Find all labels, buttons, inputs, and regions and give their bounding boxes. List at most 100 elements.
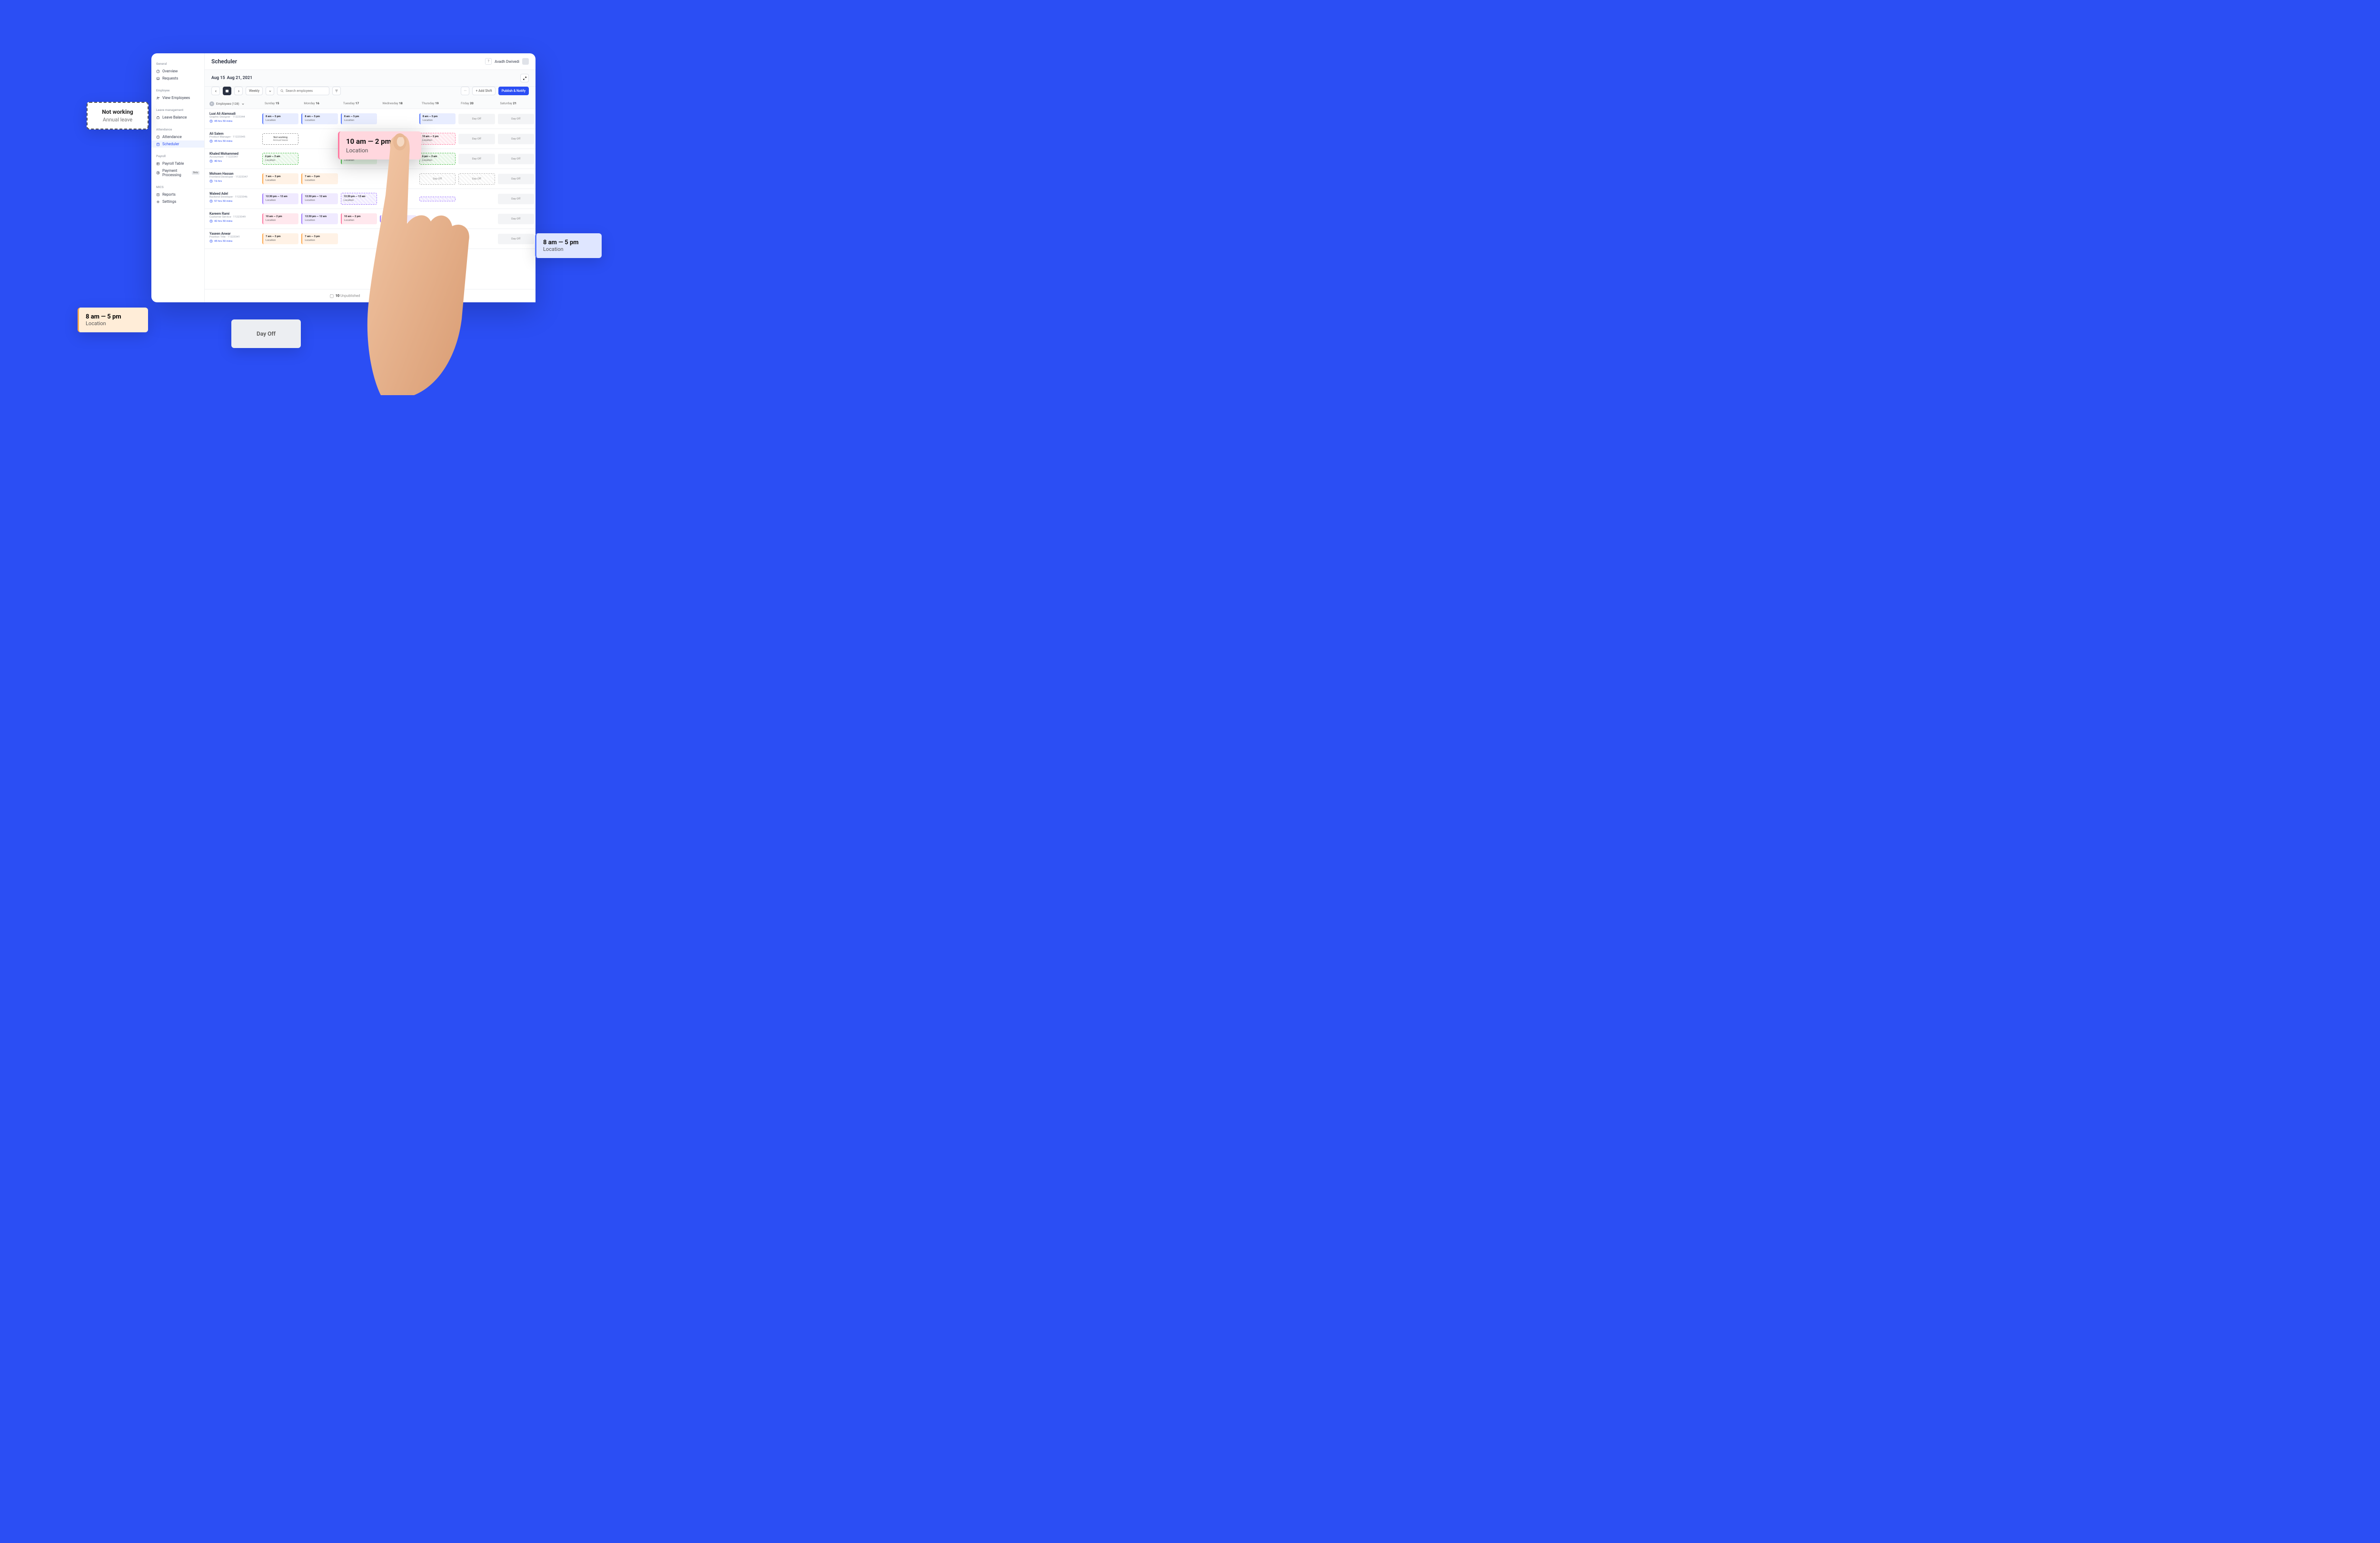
day-cell[interactable]: Day Off [457, 129, 496, 149]
shift-card[interactable]: 10 am — 2 pmLocation [262, 213, 298, 224]
add-shift-button[interactable]: + Add Shift [472, 87, 495, 95]
day-cell[interactable]: 7 am — 3 pmLocation [261, 169, 300, 189]
employee-cell[interactable]: Mohsen Hassan Frontend Developer · 11223… [205, 169, 261, 189]
employee-cell[interactable]: Yaseen Anwar Position Title · 11223341 4… [205, 229, 261, 249]
publish-button[interactable]: Publish & Notify [498, 87, 529, 95]
dayoff-card[interactable]: Day Off [498, 194, 534, 204]
day-cell[interactable] [339, 169, 378, 189]
dayoff-card[interactable]: Day Off [458, 154, 495, 164]
day-cell[interactable] [457, 189, 496, 209]
shift-card[interactable]: 8 am — 5 pmLocation [419, 113, 456, 124]
day-cell[interactable] [378, 169, 417, 189]
day-cell[interactable] [300, 149, 339, 169]
employee-cell[interactable]: Kareem Rami Customer Service · 11223349 … [205, 209, 261, 229]
day-cell[interactable] [457, 229, 496, 249]
float-dragging-shift[interactable]: 10 am — 2 pm Location [338, 131, 421, 159]
float-orange-shift[interactable]: 8 am — 5 pm Location [78, 308, 148, 332]
shift-card[interactable]: 10 am — 2 pmLocation [419, 133, 456, 144]
float-dayoff-card[interactable]: Day Off [231, 319, 301, 348]
sidebar-item-requests[interactable]: Requests [156, 75, 199, 82]
employees-column-header[interactable]: ×Employees (128) [205, 99, 261, 109]
shift-card[interactable]: 8 am — 5 pmLocation [341, 113, 377, 124]
dayoff-card[interactable]: Day Off [498, 214, 534, 224]
shift-card[interactable]: 7 am — 3 pmLocation [301, 173, 337, 184]
day-cell[interactable]: Day Off [496, 209, 536, 229]
close-icon[interactable]: × [209, 101, 214, 106]
search-box[interactable] [277, 87, 329, 95]
shift-card[interactable]: 7 am — 3 pmLocation [262, 233, 298, 244]
day-cell[interactable] [378, 229, 417, 249]
day-cell[interactable] [300, 129, 339, 149]
day-cell[interactable]: Day Off [457, 169, 496, 189]
employee-cell[interactable]: Khaled Mohammed Accountant · 11223347 40… [205, 149, 261, 169]
employee-cell[interactable]: Waleed Adel Backend Developer · 11223346… [205, 189, 261, 209]
dayoff-card[interactable]: Day Off [498, 174, 534, 184]
shift-card[interactable]: 12:30 pm — 12 amLocation [301, 193, 337, 204]
expand-button[interactable] [520, 74, 529, 82]
avatar[interactable] [522, 58, 529, 65]
day-cell[interactable]: 8 am — 5 pmLocation [339, 109, 378, 129]
day-cell[interactable] [418, 189, 457, 209]
filter-button[interactable] [332, 87, 341, 95]
day-cell[interactable] [457, 209, 496, 229]
view-mode-select[interactable]: Weekly [246, 87, 263, 95]
search-input[interactable] [286, 89, 326, 93]
employee-cell[interactable]: Luai Ali Alamoudi Graphic Designer · 112… [205, 109, 261, 129]
shift-card[interactable] [419, 197, 456, 201]
day-cell[interactable]: Day Off [418, 169, 457, 189]
day-cell[interactable]: 8 am — 5 pmLocation [418, 109, 457, 129]
day-cell[interactable]: Day Off [496, 129, 536, 149]
float-not-working-card[interactable]: Not working Annual leave [87, 102, 149, 129]
employee-cell[interactable]: Ali Salem Product Manager · 11223345 45 … [205, 129, 261, 149]
sidebar-item-leave-balance[interactable]: Leave Balance [156, 114, 199, 121]
sidebar-item-payment-processing[interactable]: Payment ProcessingBeta [156, 167, 199, 179]
day-cell[interactable]: 12:30 pm — 12 amLocation [300, 189, 339, 209]
day-cell[interactable] [339, 229, 378, 249]
day-cell[interactable]: Day Off [496, 229, 536, 249]
notworking-card[interactable]: Not workingAnnual leave [262, 133, 298, 145]
day-cell[interactable]: Day Off [457, 109, 496, 129]
sidebar-item-view-employees[interactable]: View Employees [156, 94, 199, 101]
dayoff-card[interactable]: Day Off [458, 114, 495, 124]
more-button[interactable]: ··· [461, 87, 469, 95]
dayoff-card[interactable]: Day Off [498, 114, 534, 124]
dayoff-card[interactable]: Day Off [498, 154, 534, 164]
day-cell[interactable] [378, 189, 417, 209]
float-blue-shift[interactable]: 8 am — 5 pm Location [535, 233, 602, 258]
day-cell[interactable]: 8 am — 5 pmLocation [300, 109, 339, 129]
sidebar-item-overview[interactable]: Overview [156, 68, 199, 75]
user-menu[interactable]: ? Avadh Dwivedi [485, 58, 529, 65]
dayoff-card[interactable]: Day Off [498, 134, 534, 144]
sidebar-item-reports[interactable]: Reports [156, 191, 199, 198]
shift-card[interactable]: 6 pm — 2 amLocation [262, 153, 298, 164]
day-cell[interactable]: Day Off [496, 109, 536, 129]
shift-card[interactable]: 7 am — 3 pmLocation [301, 233, 337, 244]
help-icon[interactable]: ? [485, 58, 492, 65]
day-cell[interactable]: Not workingAnnual leave [261, 129, 300, 149]
shift-card[interactable]: 12:30 pm — 12 amLocation [341, 193, 377, 204]
day-cell[interactable]: 10 am — 2 pmLocation [418, 129, 457, 149]
day-cell[interactable] [418, 229, 457, 249]
shift-card[interactable]: 12:30 [380, 215, 416, 222]
prev-button[interactable] [211, 87, 220, 95]
day-cell[interactable]: 10 am — 2 pmLocation [339, 209, 378, 229]
day-cell[interactable]: 7 am — 3 pmLocation [261, 229, 300, 249]
day-cell[interactable]: Day Off [457, 149, 496, 169]
day-cell[interactable]: 8 am — 5 pmLocation [261, 109, 300, 129]
day-cell[interactable]: 12:30 pm — 12 amLocation [300, 209, 339, 229]
day-cell[interactable]: 7 am — 3 pmLocation [300, 169, 339, 189]
dayoff-card[interactable]: Day Off [458, 134, 495, 144]
sidebar-item-attendance[interactable]: Attendance [156, 133, 199, 140]
sidebar-item-payroll-table[interactable]: Payroll Table [156, 160, 199, 167]
dayoff-card[interactable]: Day Off [419, 173, 456, 185]
day-cell[interactable]: 12:30 pm — 12 amLocation [261, 189, 300, 209]
day-cell[interactable]: 12:30 pm — 12 amLocation [339, 189, 378, 209]
shift-card[interactable]: 12:30 pm — 12 amLocation [301, 213, 337, 224]
dayoff-card[interactable]: Day Off [498, 234, 534, 244]
dayoff-card[interactable]: Day Off [458, 173, 495, 185]
sidebar-item-scheduler[interactable]: Scheduler [151, 140, 204, 148]
day-cell[interactable]: Day Off [496, 169, 536, 189]
next-button[interactable] [234, 87, 243, 95]
calendar-button[interactable] [223, 87, 231, 95]
day-cell[interactable]: 6 pm — 2 amLocation [418, 149, 457, 169]
